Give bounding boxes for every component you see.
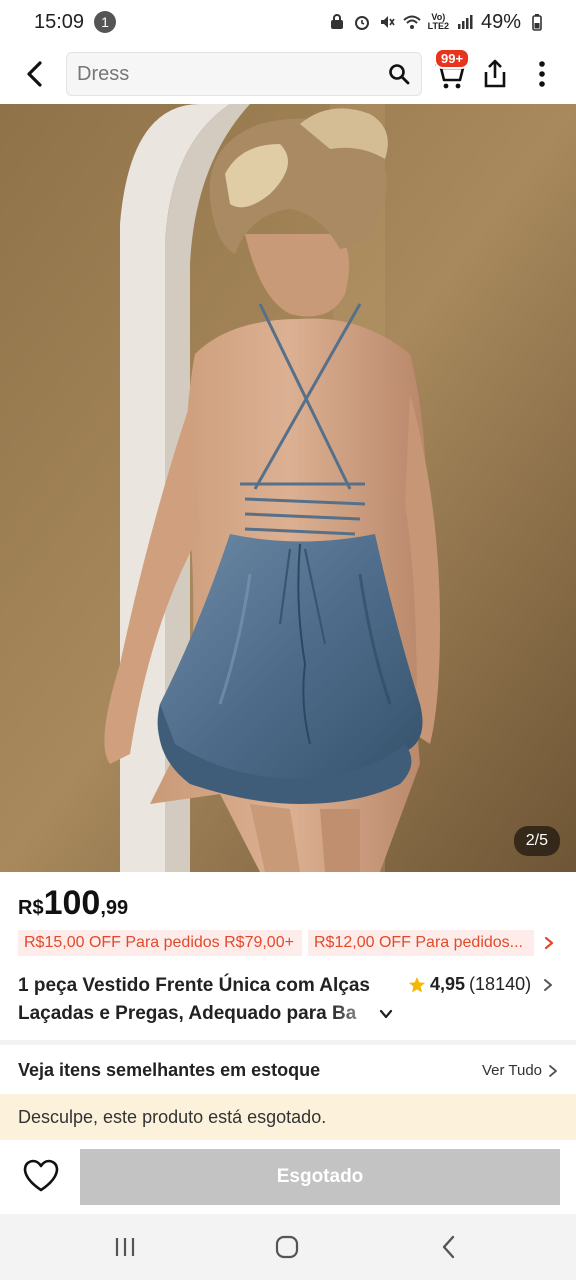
coupon-tag[interactable]: R$12,00 OFF Para pedidos... xyxy=(308,930,534,956)
similar-items-header: Veja itens semelhantes em estoque Ver Tu… xyxy=(18,1060,558,1081)
more-options-icon[interactable] xyxy=(532,58,552,90)
top-bar: Dress 99+ xyxy=(0,44,576,104)
system-navigation-bar xyxy=(0,1214,576,1280)
chevron-right-icon[interactable] xyxy=(548,1064,558,1078)
lock-icon xyxy=(330,14,343,29)
status-left: 15:09 1 xyxy=(34,10,117,34)
coupon-row[interactable]: R$15,00 OFF Para pedidos R$79,00+ R$12,0… xyxy=(18,930,558,956)
status-bar: 15:09 1 Vo) LTE2 49% xyxy=(0,0,576,44)
back-arrow-icon[interactable] xyxy=(20,58,50,90)
see-all-label[interactable]: Ver Tudo xyxy=(482,1062,542,1079)
share-icon[interactable] xyxy=(480,58,510,90)
section-divider xyxy=(0,1040,576,1045)
see-all-link[interactable]: Ver Tudo xyxy=(482,1062,558,1079)
notification-count-badge: 1 xyxy=(94,11,117,33)
chevron-down-icon[interactable] xyxy=(378,1006,394,1022)
image-counter: 2/5 xyxy=(513,826,560,856)
similar-items-title: Veja itens semelhantes em estoque xyxy=(18,1060,321,1080)
bottom-action-bar: Esgotado xyxy=(0,1140,576,1214)
rating-value: 4,95 xyxy=(430,974,466,994)
network-label-bottom: LTE2 xyxy=(427,21,449,31)
battery-icon xyxy=(532,14,542,31)
wifi-icon xyxy=(402,15,421,29)
product-image[interactable]: 2/5 xyxy=(0,104,576,872)
battery-percent: 49% xyxy=(480,10,521,33)
star-icon xyxy=(409,976,425,992)
product-photo xyxy=(0,104,576,872)
signal-icon xyxy=(457,15,473,29)
status-time: 15:09 xyxy=(34,10,85,33)
coupon-tag[interactable]: R$15,00 OFF Para pedidos R$79,00+ xyxy=(18,930,302,956)
cart-count-badge: 99+ xyxy=(434,48,471,69)
network-type-label: Vo) LTE2 xyxy=(428,13,449,31)
status-right: Vo) LTE2 49% xyxy=(328,11,546,34)
chevron-right-icon[interactable] xyxy=(541,977,555,993)
search-field[interactable]: Dress xyxy=(66,52,422,96)
sold-out-notice: Desculpe, este produto está esgotado. xyxy=(0,1094,576,1140)
alarm-icon xyxy=(354,16,369,30)
recent-apps-icon[interactable] xyxy=(112,1234,138,1260)
price-integer: 100 xyxy=(43,884,101,922)
sold-out-button[interactable]: Esgotado xyxy=(80,1149,560,1205)
search-input[interactable]: Dress xyxy=(77,63,387,86)
review-count: (18140) xyxy=(469,974,532,994)
price: R$ 100 ,99 xyxy=(18,884,128,923)
mute-icon xyxy=(380,16,395,28)
price-decimal: ,99 xyxy=(100,897,129,919)
system-back-icon[interactable] xyxy=(438,1234,460,1260)
heart-icon[interactable] xyxy=(22,1158,60,1194)
price-currency: R$ xyxy=(18,897,44,919)
chevron-right-icon[interactable] xyxy=(542,936,556,950)
search-icon[interactable] xyxy=(387,62,411,86)
product-rating[interactable]: 4,95 (18140) xyxy=(408,974,555,995)
home-icon[interactable] xyxy=(274,1234,300,1260)
